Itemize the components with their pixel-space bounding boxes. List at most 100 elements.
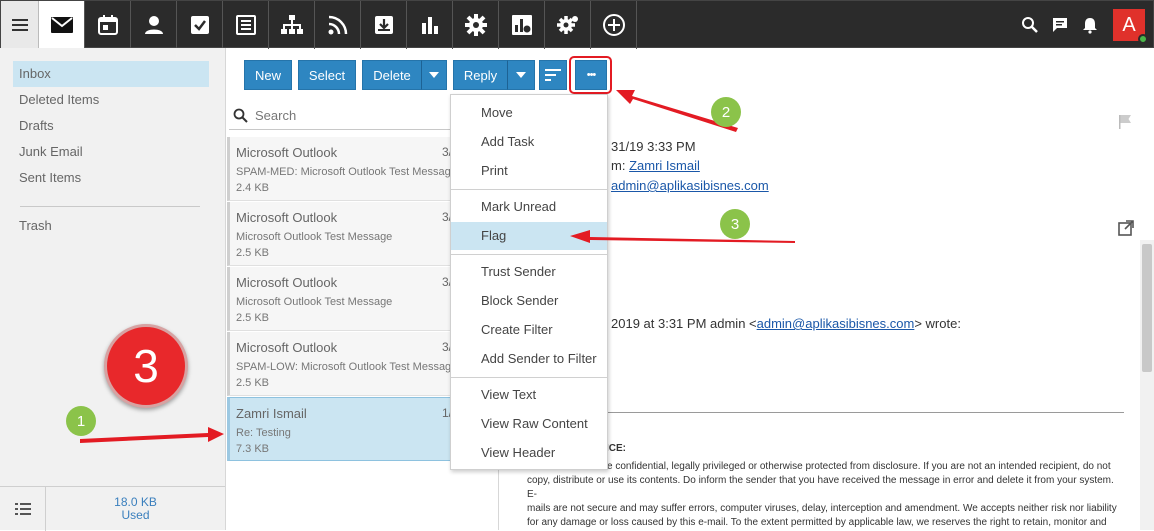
from-prefix: m: — [611, 158, 626, 173]
menu-item-add-task[interactable]: Add Task — [451, 128, 607, 156]
step-badge-large: 3 — [104, 324, 188, 408]
menu-item-add-sender-to-filter[interactable]: Add Sender to Filter — [451, 345, 607, 373]
app-notes[interactable] — [223, 1, 269, 49]
menu-item-view-text[interactable]: View Text — [451, 381, 607, 409]
plus-circle-icon — [602, 14, 625, 36]
notes-icon — [235, 15, 256, 35]
folder-divider — [20, 206, 200, 207]
sort-button[interactable] — [539, 60, 567, 90]
menu-item-print[interactable]: Print — [451, 157, 607, 185]
signature-divider — [530, 412, 1124, 413]
app-settings[interactable] — [453, 1, 499, 49]
avatar-letter: A — [1122, 13, 1136, 36]
notice-title: ICE: — [606, 443, 626, 454]
step-badge-2: 2 — [711, 97, 741, 127]
new-button[interactable]: New — [244, 60, 292, 90]
user-avatar[interactable]: A — [1113, 9, 1148, 44]
top-right-tools: A — [1015, 1, 1153, 49]
chart-gear-icon — [511, 15, 532, 35]
app-archive[interactable] — [361, 1, 407, 49]
hamburger-menu-button[interactable] — [1, 1, 39, 49]
chevron-down-icon — [429, 72, 439, 78]
folder-options-button[interactable] — [0, 487, 46, 531]
message-subject: Microsoft Outlook Test Message — [236, 231, 393, 243]
message-size: 2.4 KB — [236, 182, 270, 194]
app-stats[interactable] — [499, 1, 545, 49]
menu-item-flag[interactable]: Flag — [451, 222, 607, 250]
step-badge-1: 1 — [66, 406, 96, 436]
search-input[interactable]: Search — [255, 108, 296, 123]
quote-header: 2019 at 3:31 PM admin <admin@aplikasibis… — [611, 316, 961, 331]
folder-trash[interactable]: Trash — [13, 213, 209, 239]
delete-button[interactable]: Delete — [362, 60, 422, 90]
app-reports[interactable] — [407, 1, 453, 49]
chevron-down-icon — [516, 72, 526, 78]
folder-drafts[interactable]: Drafts — [13, 113, 209, 139]
message-sender: Zamri Ismail — [236, 406, 307, 421]
message-date-header: 31/19 3:33 PM — [611, 139, 696, 154]
folder-sidebar: Inbox Deleted Items Drafts Junk Email Se… — [0, 48, 226, 531]
rss-icon — [328, 15, 347, 35]
hamburger-icon — [11, 19, 28, 31]
message-subject: SPAM-MED: Microsoft Outlook Test Message — [236, 166, 454, 178]
select-button[interactable]: Select — [298, 60, 356, 90]
top-bar: A — [0, 0, 1154, 49]
disclaimer-line: e confidential, legally privileged or ot… — [607, 461, 1111, 472]
folder-sent-items[interactable]: Sent Items — [13, 165, 209, 191]
search-button[interactable] — [1015, 1, 1045, 49]
sort-icon — [545, 69, 561, 81]
menu-item-mark-unread[interactable]: Mark Unread — [451, 193, 607, 221]
message-size: 2.5 KB — [236, 247, 270, 259]
menu-item-block-sender[interactable]: Block Sender — [451, 287, 607, 315]
download-box-icon — [374, 16, 393, 34]
menu-item-view-header[interactable]: View Header — [451, 439, 607, 467]
message-size: 2.5 KB — [236, 377, 270, 389]
quote-suffix: > wrote: — [914, 316, 961, 331]
menu-item-view-raw-content[interactable]: View Raw Content — [451, 410, 607, 438]
message-size: 7.3 KB — [236, 443, 270, 455]
folder-inbox[interactable]: Inbox — [13, 61, 209, 87]
search-icon — [233, 108, 248, 123]
app-mail[interactable] — [39, 1, 85, 49]
app-add[interactable] — [591, 1, 637, 49]
app-contacts[interactable] — [131, 1, 177, 49]
app-rss[interactable] — [315, 1, 361, 49]
bar-chart-icon — [421, 17, 438, 34]
quota-label: Used — [121, 507, 150, 522]
message-sender: Microsoft Outlook — [236, 340, 338, 355]
quota-bar: 18.0 KB Used — [0, 486, 225, 531]
menu-item-trust-sender[interactable]: Trust Sender — [451, 258, 607, 286]
disclaimer-line: for any damage or loss caused by this e-… — [527, 517, 1107, 528]
message-size: 2.5 KB — [236, 312, 270, 324]
quote-email-link[interactable]: admin@aplikasibisnes.com — [757, 316, 915, 331]
app-admin[interactable] — [545, 1, 591, 49]
gears-icon — [556, 16, 578, 34]
folder-deleted-items[interactable]: Deleted Items — [13, 87, 209, 113]
app-calendar[interactable] — [85, 1, 131, 49]
to-email-link[interactable]: admin@aplikasibisnes.com — [611, 178, 769, 193]
from-name-link[interactable]: Zamri Ismail — [629, 158, 700, 173]
message-subject: Microsoft Outlook Test Message — [236, 296, 393, 308]
menu-item-move[interactable]: Move — [451, 99, 607, 127]
disclaimer-text: e confidential, legally privileged or ot… — [527, 460, 1125, 530]
message-subject: SPAM-LOW: Microsoft Outlook Test Message — [236, 361, 454, 373]
envelope-icon — [50, 17, 73, 33]
reading-scroll-thumb[interactable] — [1142, 244, 1152, 372]
disclaimer-line: copy, distribute or use its contents. Do… — [527, 475, 1114, 500]
delete-dropdown-button[interactable] — [421, 60, 447, 90]
reply-dropdown-button[interactable] — [507, 60, 535, 90]
reply-button[interactable]: Reply — [453, 60, 508, 90]
chat-button[interactable] — [1045, 1, 1075, 49]
more-actions-menu: Move Add Task Print Mark Unread Flag Tru… — [450, 94, 608, 470]
app-tasks[interactable] — [177, 1, 223, 49]
disclaimer-line: mails are not secure and may suffer erro… — [527, 503, 1117, 514]
folder-junk-email[interactable]: Junk Email — [13, 139, 209, 165]
menu-item-create-filter[interactable]: Create Filter — [451, 316, 607, 344]
popout-icon[interactable] — [1118, 220, 1134, 239]
notifications-button[interactable] — [1075, 1, 1105, 49]
app-groups[interactable] — [269, 1, 315, 49]
flag-icon[interactable] — [1118, 114, 1132, 133]
gear-icon — [464, 14, 487, 36]
quote-prefix: 2019 at 3:31 PM admin < — [611, 316, 757, 331]
chat-icon — [1053, 18, 1067, 32]
